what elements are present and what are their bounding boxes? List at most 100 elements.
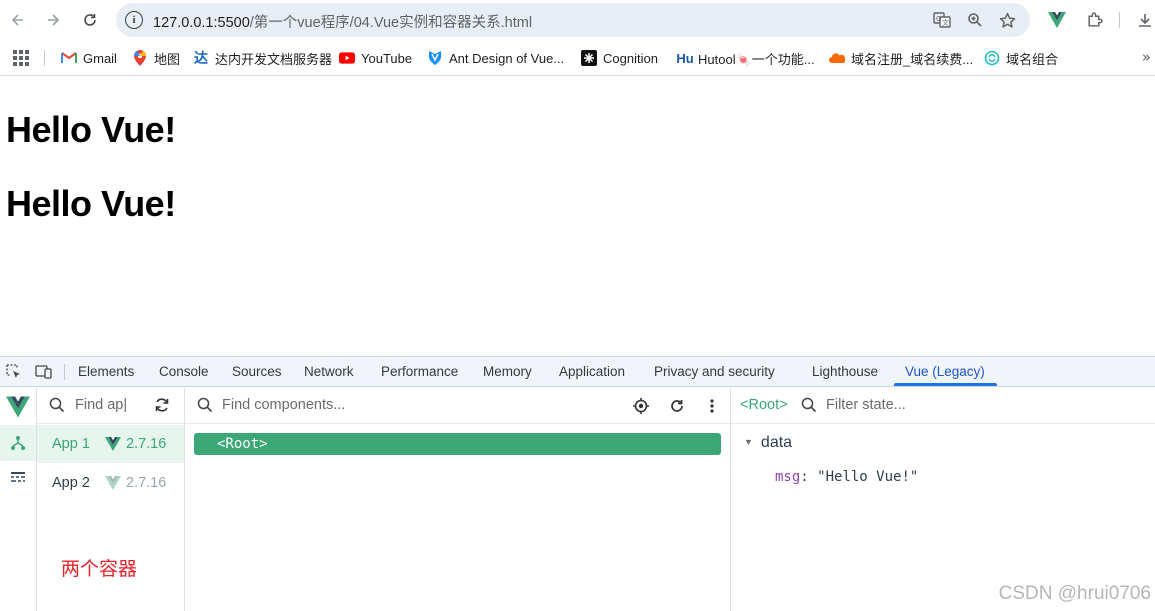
page-viewport: Hello Vue! Hello Vue!	[0, 77, 1155, 356]
url-text[interactable]: 127.0.0.1:5500/第一个vue程序/04.Vue实例和容器关系.ht…	[153, 11, 532, 32]
bookmarks-overflow-icon[interactable]: »	[1142, 48, 1151, 66]
svg-text:G: G	[936, 15, 941, 23]
tab-privacy-security[interactable]: Privacy and security	[654, 364, 775, 379]
tab-performance[interactable]: Performance	[381, 364, 458, 379]
bookmark-label: Ant Design of Vue...	[449, 50, 565, 66]
bookmarks-divider	[44, 50, 45, 66]
caret-down-icon: ▼	[744, 437, 753, 447]
app-list-item-1[interactable]: App 1 2.7.16	[37, 425, 184, 463]
bookmark-cognition[interactable]: Cognition	[581, 49, 658, 67]
bookmark-label: YouTube	[361, 50, 413, 66]
state-inspector-panel: <Root> Filter state... ▼ data msg: "Hello…	[731, 388, 1155, 611]
app-name: App 1	[52, 436, 90, 452]
heading-hello-1: Hello Vue!	[6, 109, 176, 150]
tab-lighthouse[interactable]: Lighthouse	[812, 364, 878, 379]
tab-sources[interactable]: Sources	[232, 364, 282, 379]
browser-toolbar: i 127.0.0.1:5500/第一个vue程序/04.Vue实例和容器关系.…	[0, 0, 1155, 40]
tab-memory[interactable]: Memory	[483, 364, 532, 379]
app-list-item-2[interactable]: App 2 2.7.16	[37, 464, 184, 502]
bookmark-hutool[interactable]: Hu Hutool🍬一个功能...	[675, 49, 815, 67]
cloud-icon	[829, 50, 845, 66]
apps-search-input[interactable]: Find ap|	[75, 397, 127, 413]
vue-devtools-rail	[0, 388, 37, 611]
cognition-icon	[581, 50, 597, 66]
state-property-row[interactable]: msg: "Hello Vue!"	[775, 469, 918, 485]
property-value: "Hello Vue!"	[817, 469, 919, 485]
more-options-icon[interactable]	[702, 396, 722, 416]
extensions-puzzle-icon[interactable]	[1083, 9, 1105, 31]
youtube-icon	[339, 50, 355, 66]
apps-search[interactable]: Find ap|	[37, 388, 184, 424]
gmail-icon	[61, 50, 77, 66]
state-header: <Root> Filter state...	[731, 388, 1155, 424]
components-search-input[interactable]: Find components...	[222, 397, 345, 413]
timeline-tab-icon[interactable]	[0, 460, 36, 496]
devtools-panel: Elements Console Sources Network Perform…	[0, 356, 1155, 611]
refresh-tree-icon[interactable]	[667, 396, 687, 416]
components-search[interactable]: Find components...	[185, 388, 730, 424]
site-info-icon[interactable]: i	[125, 11, 143, 29]
maps-pin-icon	[132, 50, 148, 66]
back-icon[interactable]	[6, 8, 30, 32]
search-icon	[49, 397, 65, 413]
vue-devtools-extension-icon[interactable]	[1046, 9, 1068, 31]
url-path: /第一个vue程序/04.Vue实例和容器关系.html	[249, 15, 533, 31]
tedu-icon: 达	[194, 50, 208, 66]
device-toolbar-icon[interactable]	[35, 363, 53, 381]
vue-version-icon	[105, 437, 121, 451]
bookmark-domain-register[interactable]: 域名注册_域名续费...	[829, 49, 973, 67]
inspect-element-icon[interactable]	[5, 363, 23, 381]
bookmark-youtube[interactable]: YouTube	[339, 49, 412, 67]
bookmark-maps[interactable]: 地图	[132, 49, 180, 67]
search-icon	[801, 397, 817, 413]
tab-application[interactable]: Application	[559, 364, 625, 379]
tab-elements[interactable]: Elements	[78, 364, 134, 379]
apps-grid-icon[interactable]	[12, 49, 30, 67]
active-tab-indicator	[894, 383, 997, 386]
csdn-watermark: CSDN @hrui0706	[998, 583, 1151, 604]
bookmark-star-icon[interactable]	[998, 11, 1016, 29]
bookmark-label: 达内开发文档服务器	[215, 51, 333, 67]
tab-console[interactable]: Console	[159, 364, 209, 379]
svg-text:文: 文	[942, 18, 949, 27]
bookmark-label: Cognition	[603, 50, 658, 66]
bookmark-label: 域名注册_域名续费...	[851, 51, 974, 67]
zoom-icon[interactable]	[966, 11, 984, 29]
translate-icon[interactable]: G文	[933, 11, 951, 29]
components-tab-icon[interactable]	[0, 425, 36, 461]
forward-icon[interactable]	[41, 8, 65, 32]
bookmark-tedu[interactable]: 达达内开发文档服务器	[193, 49, 332, 67]
hutool-icon: Hu	[676, 50, 694, 66]
bookmark-domain-combo[interactable]: 域名组合	[984, 49, 1058, 67]
vue-logo-icon	[6, 396, 30, 418]
app-name: App 2	[52, 475, 90, 491]
bookmarks-bar: Gmail 地图 达达内开发文档服务器 YouTube Ant Design o…	[0, 40, 1155, 76]
data-section-toggle[interactable]: ▼ data	[744, 434, 792, 452]
download-icon[interactable]	[1134, 9, 1155, 31]
app-version: 2.7.16	[126, 475, 167, 491]
bookmark-label: 域名组合	[1006, 51, 1059, 67]
reload-icon[interactable]	[78, 8, 102, 32]
bookmark-label: Gmail	[83, 50, 117, 66]
address-bar[interactable]: i 127.0.0.1:5500/第一个vue程序/04.Vue实例和容器关系.…	[116, 3, 1030, 37]
antdv-icon	[427, 50, 443, 66]
app-version: 2.7.16	[126, 436, 167, 452]
vue-version-icon	[105, 476, 121, 490]
bookmark-label: 地图	[154, 51, 181, 67]
domain-combo-icon	[984, 50, 1000, 66]
tree-node-root[interactable]: <Root>	[194, 433, 721, 455]
apps-panel: Find ap| App 1 2.7.16 App 2 2.7.16 两个容器	[37, 388, 185, 611]
refresh-apps-icon[interactable]	[153, 396, 171, 414]
bookmark-antdv[interactable]: Ant Design of Vue...	[427, 49, 564, 67]
property-key: msg	[775, 469, 801, 485]
bookmark-label: Hutool🍬一个功能...	[698, 51, 815, 67]
component-tree-panel: Find components... <Root>	[185, 388, 731, 611]
devtools-tab-bar: Elements Console Sources Network Perform…	[0, 357, 1155, 387]
heading-hello-2: Hello Vue!	[6, 183, 176, 224]
select-component-target-icon[interactable]	[631, 396, 651, 416]
filter-state-input[interactable]: Filter state...	[826, 397, 906, 413]
tab-vue-legacy[interactable]: Vue (Legacy)	[905, 364, 985, 379]
property-colon: :	[800, 469, 818, 485]
tab-network[interactable]: Network	[304, 364, 354, 379]
bookmark-gmail[interactable]: Gmail	[61, 49, 117, 67]
